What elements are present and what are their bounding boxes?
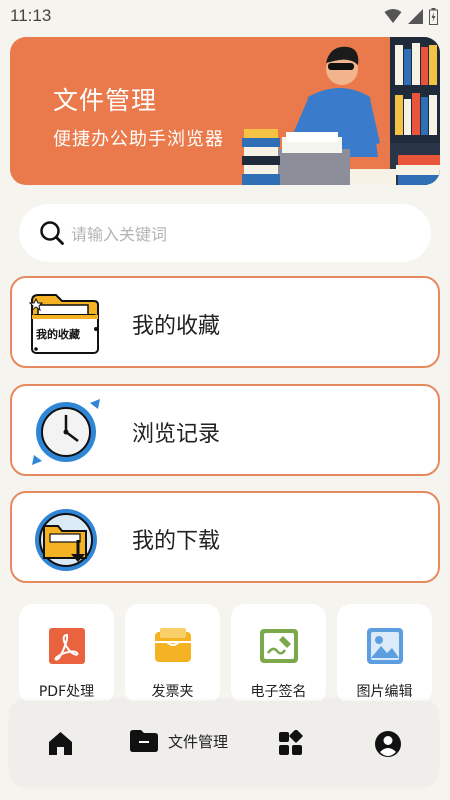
signature-icon xyxy=(260,629,298,663)
tool-label: 电子签名 xyxy=(250,684,307,700)
menu-item-favorites[interactable]: 我的收藏 我的收藏 xyxy=(10,276,440,368)
profile-icon xyxy=(375,731,401,757)
search-input[interactable]: 请输入关键词 xyxy=(19,204,431,262)
wifi-icon xyxy=(384,9,402,23)
nav-file-manager-label: 文件管理 xyxy=(168,732,229,751)
image-edit-icon xyxy=(367,628,403,664)
menu-item-history[interactable]: 浏览记录 xyxy=(10,384,440,476)
banner-subtitle: 便捷办公助手浏览器 xyxy=(53,129,224,150)
nav-home[interactable] xyxy=(47,730,74,757)
search-placeholder: 请输入关键词 xyxy=(71,225,168,244)
folder-icon xyxy=(130,730,158,752)
nav-apps[interactable] xyxy=(278,730,304,756)
apps-icon xyxy=(279,730,303,755)
search-icon xyxy=(40,221,64,245)
battery-icon xyxy=(429,7,438,25)
signal-icon xyxy=(408,8,423,24)
banner-title: 文件管理 xyxy=(53,86,158,115)
menu-item-label: 我的收藏 xyxy=(132,314,221,339)
tool-pdf[interactable]: PDF处理 xyxy=(19,604,114,704)
status-time: 11:13 xyxy=(10,6,52,25)
favorites-icon-text: 我的收藏 xyxy=(36,328,80,341)
tool-image-edit[interactable]: 图片编辑 xyxy=(337,604,432,704)
tool-label: 图片编辑 xyxy=(356,684,413,700)
history-clock-icon xyxy=(32,399,100,465)
tool-signature[interactable]: 电子签名 xyxy=(231,604,326,704)
banner[interactable]: 文件管理 便捷办公助手浏览器 xyxy=(10,37,440,185)
tool-invoice-folder[interactable]: 发票夹 xyxy=(125,604,220,704)
menu-item-label: 我的下载 xyxy=(132,529,221,554)
invoice-folder-icon xyxy=(155,628,191,662)
nav-profile[interactable] xyxy=(374,730,402,758)
office-worker-illustration xyxy=(242,37,440,185)
tool-label: 发票夹 xyxy=(151,684,194,700)
home-icon xyxy=(49,732,72,755)
menu-item-downloads[interactable]: 我的下载 xyxy=(10,491,440,583)
menu-item-label: 浏览记录 xyxy=(132,422,221,447)
tool-label: PDF处理 xyxy=(38,684,95,700)
pdf-icon xyxy=(49,628,85,664)
status-bar: 11:13 xyxy=(0,0,450,32)
nav-file-manager[interactable]: 文件管理 xyxy=(130,730,228,752)
bottom-nav: 文件管理 xyxy=(10,701,438,787)
download-folder-icon xyxy=(35,509,97,571)
favorites-folder-icon xyxy=(28,294,99,354)
status-icons xyxy=(384,7,438,25)
